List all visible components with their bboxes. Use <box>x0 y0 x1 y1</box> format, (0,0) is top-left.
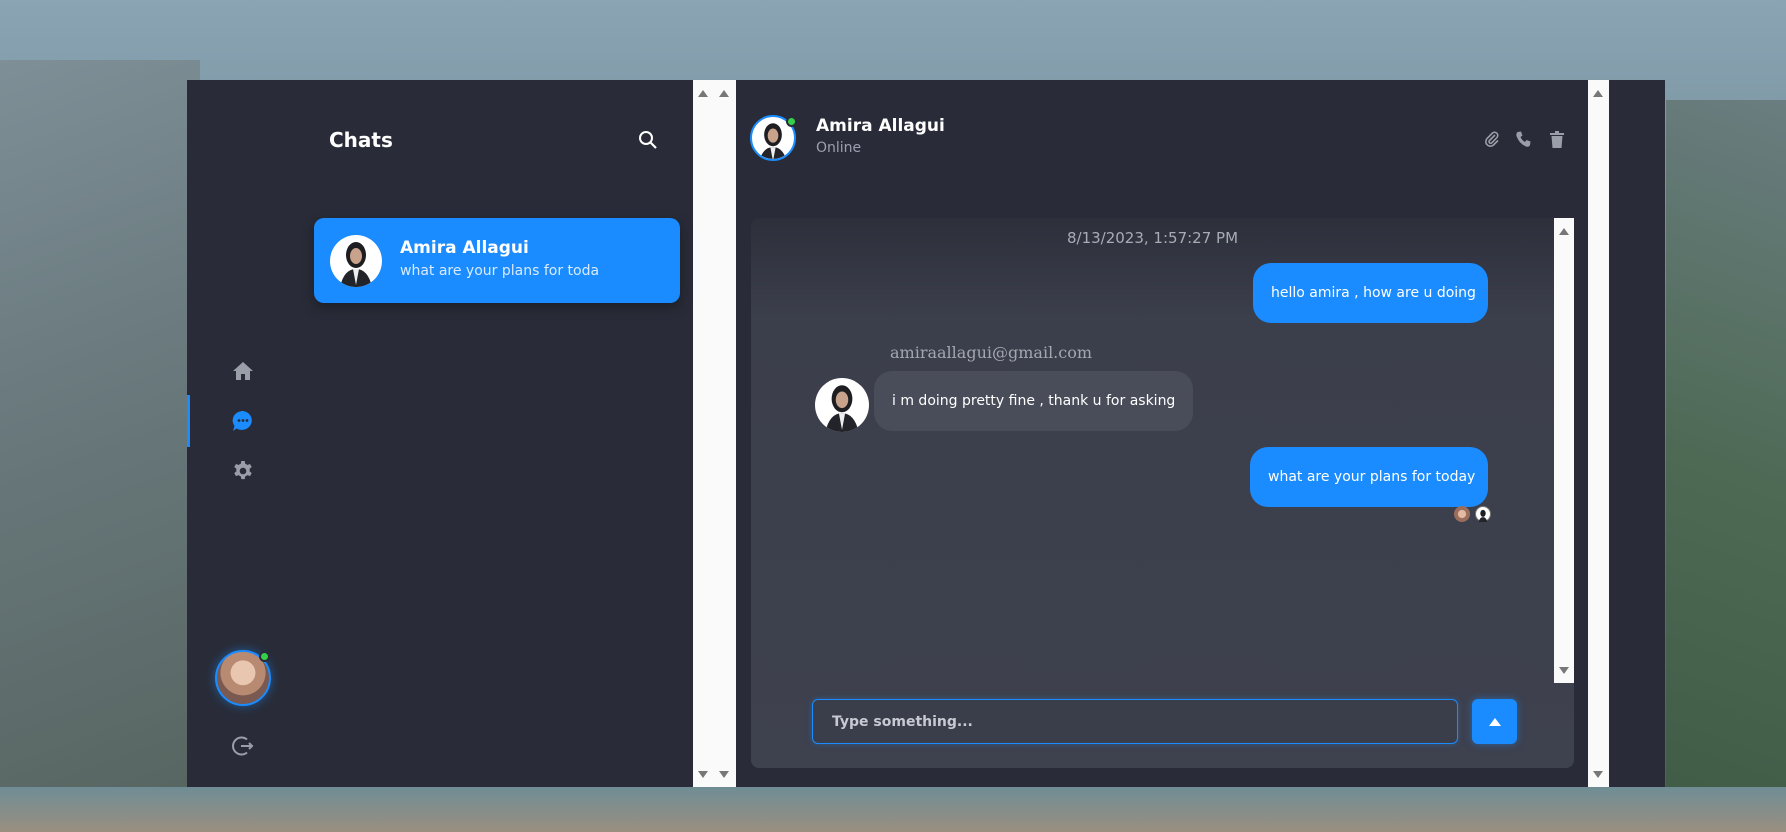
message-sender-avatar <box>815 378 869 432</box>
trash-icon <box>1550 130 1564 148</box>
chat-item-preview: what are your plans for toda <box>400 263 600 279</box>
send-arrow-icon <box>1488 717 1501 726</box>
message-panel: 8/13/2023, 1:57:27 PM hello amira , how … <box>751 218 1574 768</box>
search-icon <box>639 131 657 149</box>
message-input[interactable]: Type something... <box>812 699 1458 744</box>
contact-name: Amira Allagui <box>816 116 945 136</box>
paperclip-icon <box>1484 131 1499 148</box>
attach-button[interactable] <box>1483 130 1501 148</box>
nav-active-indicator <box>187 395 190 447</box>
scroll-up-arrow-icon[interactable] <box>1559 228 1569 235</box>
person-icon <box>340 242 372 287</box>
chat-app-window: Chats Amira Allagui what are your plans … <box>187 80 1665 787</box>
chat-list-item[interactable]: Amira Allagui what are your plans for to… <box>314 218 680 303</box>
nav-logout[interactable] <box>231 734 255 758</box>
chat-icon <box>232 410 252 431</box>
home-icon <box>233 362 253 380</box>
scroll-up-arrow-icon[interactable] <box>719 90 729 97</box>
contact-status: Online <box>816 140 862 156</box>
background-ground <box>0 787 1786 832</box>
call-button[interactable] <box>1515 130 1533 148</box>
logout-icon <box>232 736 254 756</box>
chats-title: Chats <box>329 128 393 152</box>
chats-panel: Chats Amira Allagui what are your plans … <box>299 80 693 787</box>
messages-scrollbar[interactable] <box>1554 218 1574 683</box>
list-scrollbar[interactable] <box>693 80 736 787</box>
user-online-dot <box>259 651 270 662</box>
background-mountains-left <box>0 60 200 832</box>
right-padding <box>1609 80 1665 787</box>
message-bubble-sent[interactable]: hello amira , how are u doing <box>1253 263 1488 323</box>
person-icon <box>825 385 859 432</box>
read-receipt-avatar <box>1475 506 1491 522</box>
phone-icon <box>1515 131 1530 147</box>
message-sender: amiraallagui@gmail.com <box>890 343 1093 362</box>
conversation-panel: Amira Allagui Online 8/13/2023, 1:57:27 … <box>736 80 1588 787</box>
background-forest-right <box>1666 100 1786 832</box>
nav-chats[interactable] <box>231 409 255 433</box>
nav-rail <box>187 80 299 787</box>
scroll-up-arrow-icon[interactable] <box>1593 90 1603 97</box>
message-bubble-sent[interactable]: what are your plans for today <box>1250 447 1488 507</box>
conversation-scrollbar[interactable] <box>1588 80 1609 787</box>
message-list[interactable]: 8/13/2023, 1:57:27 PM hello amira , how … <box>751 218 1554 683</box>
chat-item-avatar <box>330 235 382 287</box>
message-bubble-received[interactable]: i m doing pretty fine , thank u for aski… <box>874 371 1194 431</box>
person-icon <box>1478 509 1488 522</box>
scroll-down-arrow-icon[interactable] <box>1559 667 1569 674</box>
send-button[interactable] <box>1472 699 1517 744</box>
scroll-down-arrow-icon[interactable] <box>698 771 708 778</box>
contact-online-dot <box>786 116 797 127</box>
scroll-down-arrow-icon[interactable] <box>1593 771 1603 778</box>
search-button[interactable] <box>632 124 664 156</box>
delete-button[interactable] <box>1548 130 1566 148</box>
scroll-up-arrow-icon[interactable] <box>698 90 708 97</box>
message-timestamp: 8/13/2023, 1:57:27 PM <box>1066 229 1239 247</box>
read-receipt-avatar <box>1454 506 1470 522</box>
nav-home[interactable] <box>231 359 255 383</box>
nav-settings[interactable] <box>231 459 255 483</box>
gear-icon <box>234 461 252 480</box>
chat-item-name: Amira Allagui <box>400 238 529 258</box>
scroll-down-arrow-icon[interactable] <box>719 771 729 778</box>
